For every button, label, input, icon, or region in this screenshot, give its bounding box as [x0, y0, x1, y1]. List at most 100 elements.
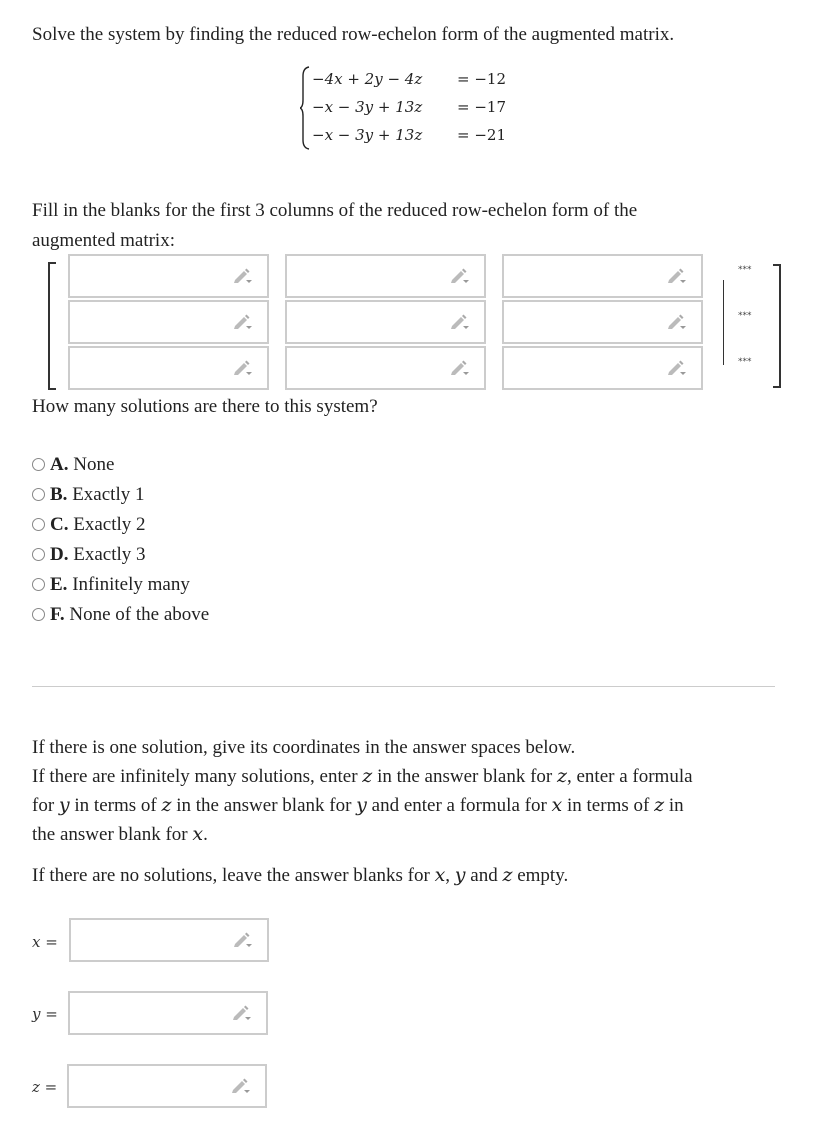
coordinates-instruction-5: If there are no solutions, leave the ans… [32, 861, 568, 890]
option-label: Exactly 2 [73, 514, 146, 535]
option-letter: E. [50, 574, 68, 595]
option-letter: F. [50, 604, 65, 625]
matrix-cell-input[interactable] [285, 346, 486, 390]
option-label: None of the above [69, 604, 210, 625]
pencil-dropdown-icon[interactable] [667, 360, 687, 376]
matrix-cell-input[interactable] [68, 254, 269, 298]
option-b[interactable]: B. Exactly 1 [32, 482, 144, 508]
matrix-cell-input[interactable] [502, 300, 703, 344]
text-span: , [445, 865, 455, 886]
text-span: . [203, 824, 208, 845]
var-z: z [161, 794, 172, 816]
matrix-cell-input[interactable] [502, 346, 703, 390]
text-span: If there are infinitely many solutions, … [32, 766, 363, 787]
option-letter: D. [50, 544, 69, 565]
var-x: x [434, 864, 446, 886]
augmented-value: *** [738, 311, 752, 321]
z-answer-input[interactable] [67, 1064, 267, 1108]
equation-rhs: = −12 [457, 70, 506, 88]
equation-rhs: = −21 [457, 126, 506, 144]
coordinates-instruction-1: If there is one solution, give its coord… [32, 737, 576, 758]
text-span: in the answer blank for [372, 766, 557, 787]
text-span: and [465, 865, 503, 886]
option-letter: C. [50, 514, 69, 535]
pencil-dropdown-icon[interactable] [450, 360, 470, 376]
var-z: z [502, 864, 513, 886]
option-letter: A. [50, 454, 69, 475]
coordinates-instruction-2: If there are infinitely many solutions, … [32, 762, 693, 791]
matrix-cell-input[interactable] [285, 300, 486, 344]
radio-button[interactable] [32, 488, 45, 501]
radio-button[interactable] [32, 548, 45, 561]
augmented-value: *** [738, 357, 752, 367]
z-field-label: z = [32, 1078, 58, 1096]
coordinates-instruction-4: the answer blank for x. [32, 820, 208, 849]
matrix-cell-input[interactable] [68, 346, 269, 390]
option-e[interactable]: E. Infinitely many [32, 572, 190, 598]
pencil-dropdown-icon[interactable] [233, 932, 253, 948]
matrix-cell-input[interactable] [502, 254, 703, 298]
var-y: y [356, 794, 367, 816]
x-field-label: x = [32, 933, 58, 951]
radio-button[interactable] [32, 518, 45, 531]
radio-button[interactable] [32, 458, 45, 471]
pencil-dropdown-icon[interactable] [450, 268, 470, 284]
y-field-label: y = [32, 1005, 58, 1023]
matrix-left-bracket [48, 262, 56, 390]
text-span: in [664, 795, 684, 816]
text-span: , enter a formula [567, 766, 693, 787]
text-span: in the answer blank for [171, 795, 357, 816]
matrix-cell-input[interactable] [285, 254, 486, 298]
var-z: z [654, 794, 665, 816]
pencil-dropdown-icon[interactable] [231, 1078, 251, 1094]
option-a[interactable]: A. None [32, 452, 114, 478]
pencil-dropdown-icon[interactable] [233, 360, 253, 376]
augment-divider [723, 280, 724, 365]
var-y: y [454, 864, 466, 886]
coordinates-instruction-3: for y in terms of z in the answer blank … [32, 791, 684, 820]
pencil-dropdown-icon[interactable] [232, 1005, 252, 1021]
pencil-dropdown-icon[interactable] [667, 314, 687, 330]
matrix-prompt-line2: augmented matrix: [32, 230, 175, 251]
pencil-dropdown-icon[interactable] [233, 268, 253, 284]
radio-button[interactable] [32, 578, 45, 591]
pencil-dropdown-icon[interactable] [667, 268, 687, 284]
option-label: None [73, 454, 115, 475]
text-span: the answer blank for [32, 824, 193, 845]
pencil-dropdown-icon[interactable] [233, 314, 253, 330]
x-answer-input[interactable] [69, 918, 269, 962]
left-brace-icon [300, 66, 310, 150]
instruction-text: Solve the system by finding the reduced … [32, 24, 675, 45]
var-y: y [58, 794, 70, 816]
equation-lhs: −x − 3y + 13z [312, 126, 423, 144]
option-d[interactable]: D. Exactly 3 [32, 542, 146, 568]
text-span: and enter a formula for [366, 795, 552, 816]
pencil-dropdown-icon[interactable] [450, 314, 470, 330]
radio-button[interactable] [32, 608, 45, 621]
text-span: empty. [512, 865, 569, 886]
solutions-prompt: How many solutions are there to this sys… [32, 396, 378, 417]
var-x: x [551, 794, 563, 816]
equation-lhs: −x − 3y + 13z [312, 98, 423, 116]
y-answer-input[interactable] [68, 991, 268, 1035]
text-span: in terms of [562, 795, 655, 816]
section-divider [32, 686, 775, 687]
matrix-prompt-line1: Fill in the blanks for the first 3 colum… [32, 200, 638, 221]
equation-lhs: −4x + 2y − 4z [312, 70, 423, 88]
option-f[interactable]: F. None of the above [32, 602, 209, 628]
matrix-cell-input[interactable] [68, 300, 269, 344]
option-label: Exactly 3 [73, 544, 146, 565]
matrix-right-bracket [773, 264, 781, 388]
augmented-value: *** [738, 265, 752, 275]
option-label: Infinitely many [72, 574, 190, 595]
option-letter: B. [50, 484, 68, 505]
var-x: x [192, 823, 204, 845]
var-z: z [556, 765, 567, 787]
text-span: in terms of [69, 795, 162, 816]
text-span: for [32, 795, 59, 816]
var-z: z [362, 765, 373, 787]
option-label: Exactly 1 [72, 484, 145, 505]
equation-rhs: = −17 [457, 98, 506, 116]
text-span: If there are no solutions, leave the ans… [32, 865, 435, 886]
option-c[interactable]: C. Exactly 2 [32, 512, 146, 538]
